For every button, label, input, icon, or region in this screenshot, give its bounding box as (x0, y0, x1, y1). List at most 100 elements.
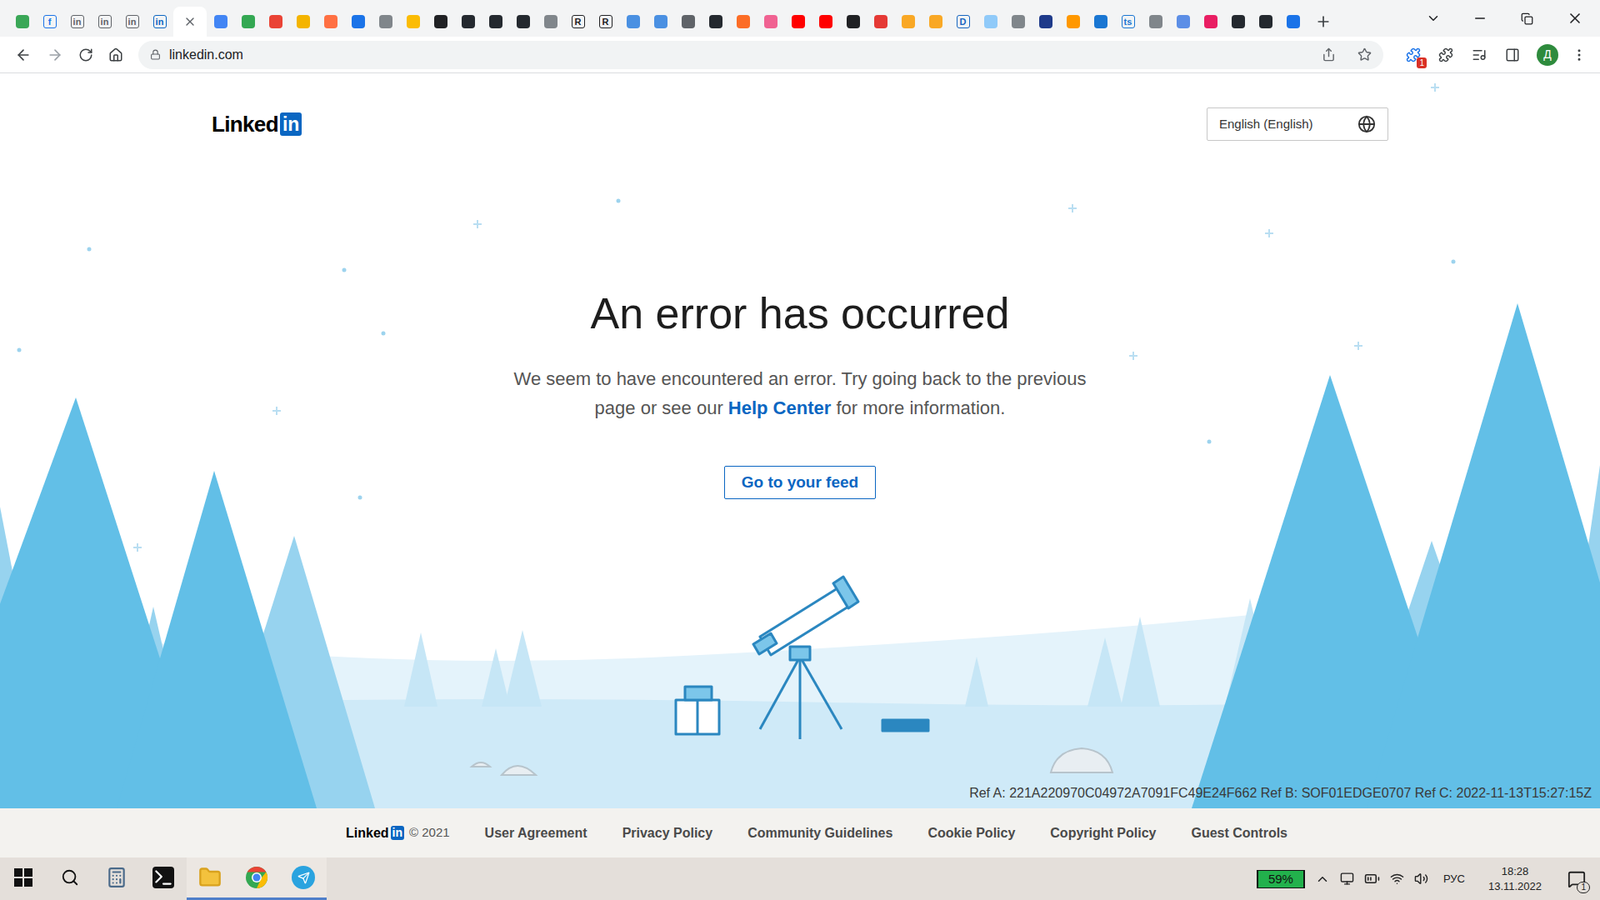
taskbar-app[interactable] (280, 857, 327, 900)
notifications-button[interactable]: 1 (1560, 862, 1594, 896)
footer-link[interactable]: Guest Controls (1190, 823, 1288, 844)
footer-link[interactable]: Cookie Policy (927, 823, 1015, 844)
clock[interactable]: 18:2813.11.2022 (1480, 864, 1550, 895)
minimize-button[interactable] (1456, 0, 1504, 37)
favicon-icon (1039, 15, 1053, 29)
close-button[interactable] (1550, 0, 1600, 37)
address-field[interactable]: linkedin.com (138, 40, 1384, 70)
home-icon[interactable] (108, 47, 124, 63)
browser-tab[interactable] (1059, 6, 1087, 37)
restore-button[interactable] (1503, 0, 1550, 37)
browser-tab[interactable] (234, 6, 262, 37)
browser-tab[interactable] (811, 6, 840, 37)
footer-link[interactable]: User Agreement (485, 823, 588, 844)
browser-tab[interactable] (426, 6, 455, 37)
browser-tab[interactable] (344, 6, 372, 37)
taskbar-app[interactable] (140, 857, 187, 900)
new-tab-button[interactable] (1306, 6, 1340, 37)
browser-tab[interactable]: R (591, 6, 620, 37)
linkedin-logo[interactable]: Linkedin (211, 108, 302, 141)
browser-tab[interactable] (399, 6, 427, 37)
taskbar-app[interactable] (46, 857, 94, 900)
browser-tab[interactable] (921, 6, 950, 37)
browser-tab[interactable] (1279, 6, 1307, 37)
toolbar: linkedin.com 1 Д (0, 36, 1600, 74)
help-center-link[interactable]: Help Center (728, 397, 831, 419)
media-icon[interactable] (1471, 47, 1487, 63)
reload-icon[interactable] (78, 47, 94, 63)
browser-tab[interactable]: in (63, 6, 91, 37)
browser-tab[interactable] (454, 6, 482, 37)
side-panel-icon[interactable] (1505, 47, 1520, 63)
language-select[interactable]: English (English) (1206, 107, 1389, 141)
browser-tab[interactable] (646, 6, 675, 37)
share-icon[interactable] (1321, 47, 1336, 62)
taskbar-app[interactable] (233, 857, 280, 900)
input-language[interactable]: РУС (1438, 870, 1470, 888)
close-icon (1566, 10, 1584, 27)
browser-tab[interactable]: in (145, 6, 174, 37)
browser-tab[interactable] (866, 6, 895, 37)
favicon-icon (241, 15, 255, 29)
browser-tab[interactable] (1251, 6, 1280, 37)
linkedin-logo[interactable]: Linkedin (345, 823, 405, 844)
browser-tab[interactable] (619, 6, 647, 37)
browser-tab[interactable]: ts (1114, 6, 1142, 37)
browser-tab[interactable] (1224, 6, 1252, 37)
footer-link[interactable]: Community Guidelines (747, 823, 893, 844)
browser-tab[interactable] (316, 6, 345, 37)
browser-tab[interactable] (481, 6, 510, 37)
tab-search-button[interactable] (1410, 0, 1457, 37)
globe-icon (1357, 115, 1376, 134)
taskbar-app[interactable] (0, 857, 47, 900)
browser-tab[interactable] (729, 6, 757, 37)
browser-tab[interactable] (173, 6, 207, 37)
browser-tab[interactable] (839, 6, 867, 37)
browser-tab[interactable] (1196, 6, 1225, 37)
network-icon[interactable] (1340, 871, 1355, 886)
browser-tab[interactable] (701, 6, 730, 37)
favicon-icon (764, 15, 778, 29)
taskbar-app[interactable] (93, 857, 140, 900)
bookmark-star-icon[interactable] (1357, 47, 1372, 62)
favicon-icon: in (98, 15, 112, 29)
browser-tab[interactable] (371, 6, 400, 37)
browser-tab[interactable]: in (90, 6, 119, 37)
browser-tab[interactable] (206, 6, 235, 37)
browser-tab[interactable] (784, 6, 812, 37)
browser-tab[interactable]: in (118, 6, 146, 37)
browser-tab[interactable] (536, 6, 565, 37)
browser-tab[interactable] (8, 6, 36, 37)
footer-link[interactable]: Privacy Policy (622, 823, 714, 844)
back-icon[interactable] (15, 46, 32, 64)
browser-tab[interactable] (1004, 6, 1032, 37)
browser-tab[interactable] (289, 6, 317, 37)
battery-icon[interactable] (1364, 870, 1380, 887)
wifi-icon[interactable] (1390, 871, 1405, 886)
close-icon[interactable] (183, 15, 197, 29)
browser-tab[interactable] (894, 6, 922, 37)
extension-button[interactable]: 1 (1400, 43, 1427, 67)
menu-icon[interactable] (1571, 47, 1587, 63)
favicon-icon (324, 15, 338, 29)
forward-icon[interactable] (46, 46, 64, 64)
browser-tab[interactable] (1031, 6, 1060, 37)
browser-tab[interactable] (509, 6, 537, 37)
browser-tab[interactable] (976, 6, 1005, 37)
browser-tab[interactable] (261, 6, 290, 37)
browser-tab[interactable] (674, 6, 702, 37)
browser-tab[interactable]: D (949, 6, 977, 37)
go-to-feed-button[interactable]: Go to your feed (724, 465, 876, 500)
browser-tab[interactable]: R (564, 6, 592, 37)
browser-tab[interactable] (1086, 6, 1115, 37)
footer-link[interactable]: Copyright Policy (1050, 823, 1156, 844)
volume-icon[interactable] (1414, 871, 1429, 886)
taskbar-app[interactable] (186, 857, 234, 900)
tray-chevron-icon[interactable] (1315, 871, 1330, 887)
browser-tab[interactable]: f (35, 6, 64, 37)
profile-avatar[interactable]: Д (1536, 44, 1559, 66)
browser-tab[interactable] (1141, 6, 1170, 37)
browser-tab[interactable] (1169, 6, 1197, 37)
extensions-icon[interactable] (1438, 47, 1454, 63)
browser-tab[interactable] (756, 6, 785, 37)
